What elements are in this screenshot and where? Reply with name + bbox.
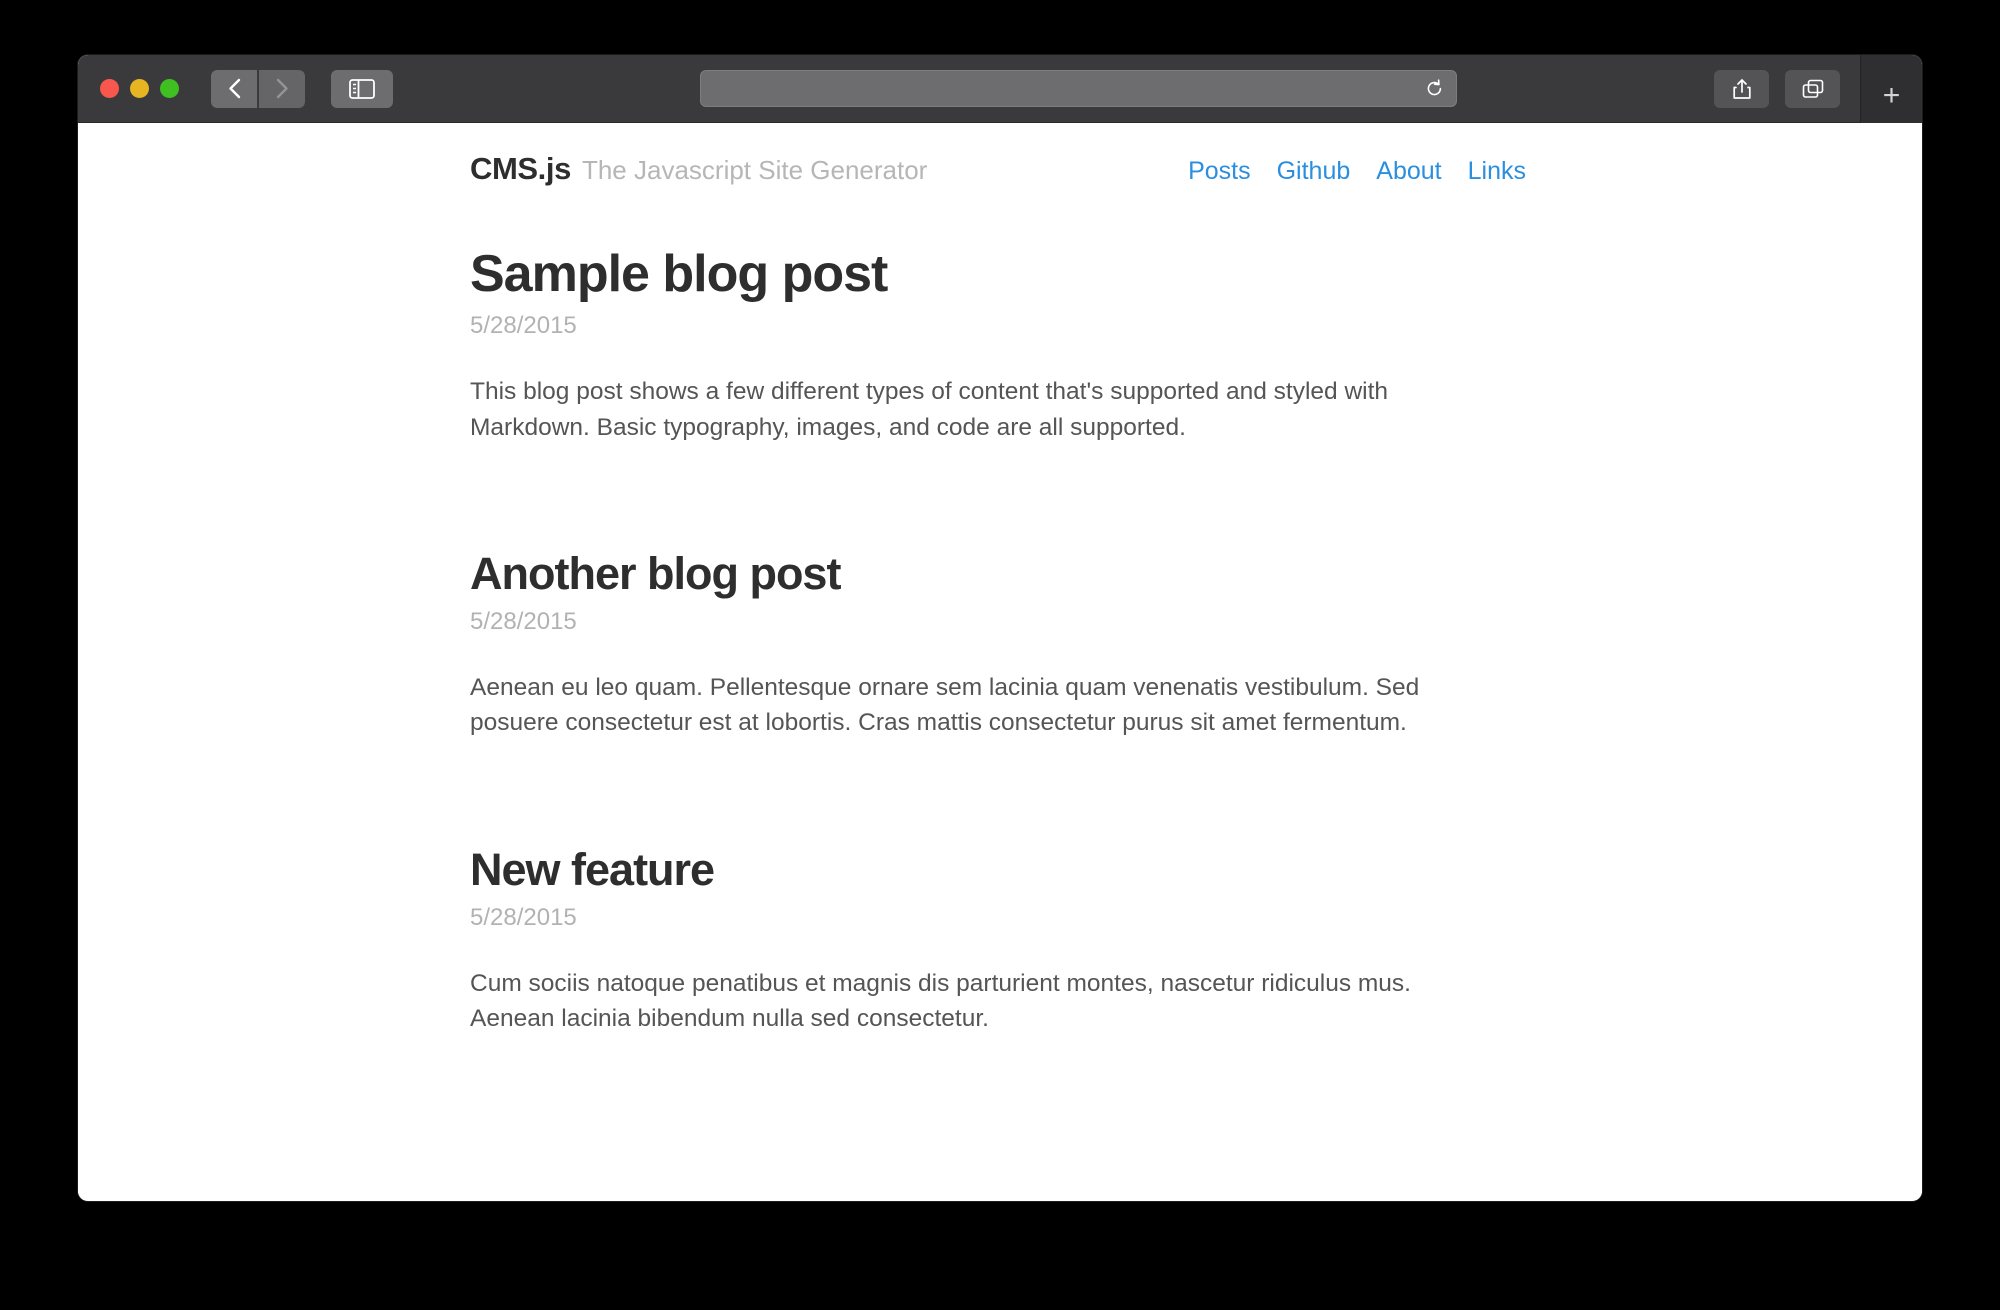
site-navigation: Posts Github About Links bbox=[1188, 157, 1530, 186]
brand-name: CMS.js bbox=[470, 151, 571, 186]
forward-chevron-icon bbox=[276, 78, 289, 99]
post-body: Cum sociis natoque penatibus et magnis d… bbox=[470, 970, 1411, 1033]
address-bar[interactable] bbox=[700, 70, 1457, 107]
post-list: Sample blog post 5/28/2015 This blog pos… bbox=[470, 187, 1530, 1037]
post-body: This blog post shows a few different typ… bbox=[470, 378, 1389, 441]
post-date: 5/28/2015 bbox=[470, 904, 577, 932]
browser-window: + CMS.js The Javascript Site Generator P… bbox=[78, 55, 1922, 1201]
show-tabs-button[interactable] bbox=[1785, 70, 1840, 108]
nav-link-links[interactable]: Links bbox=[1468, 157, 1526, 186]
reload-icon[interactable] bbox=[1425, 79, 1444, 98]
browser-toolbar: + bbox=[78, 55, 1922, 124]
page-content: CMS.js The Javascript Site Generator Pos… bbox=[78, 123, 1922, 1200]
brand-tagline: The Javascript Site Generator bbox=[581, 155, 928, 185]
nav-link-posts[interactable]: Posts bbox=[1188, 157, 1251, 186]
post-title[interactable]: New feature bbox=[470, 844, 1530, 895]
nav-link-github[interactable]: Github bbox=[1277, 157, 1351, 186]
post-title[interactable]: Another blog post bbox=[470, 548, 1530, 599]
nav-link-about[interactable]: About bbox=[1376, 157, 1441, 186]
post-date: 5/28/2015 bbox=[470, 608, 577, 636]
share-button[interactable] bbox=[1714, 70, 1769, 108]
share-icon bbox=[1732, 78, 1752, 100]
zoom-window-button[interactable] bbox=[160, 79, 179, 98]
new-tab-button[interactable]: + bbox=[1860, 55, 1922, 124]
post-item: Another blog post 5/28/2015 Aenean eu le… bbox=[470, 548, 1530, 741]
forward-button[interactable] bbox=[259, 69, 305, 108]
sidebar-toggle-button[interactable] bbox=[331, 69, 393, 108]
post-title[interactable]: Sample blog post bbox=[470, 245, 1530, 303]
minimize-window-button[interactable] bbox=[130, 79, 149, 98]
post-body: Aenean eu leo quam. Pellentesque ornare … bbox=[470, 674, 1420, 737]
site-header: CMS.js The Javascript Site Generator Pos… bbox=[470, 123, 1530, 187]
back-button[interactable] bbox=[211, 69, 257, 108]
back-chevron-icon bbox=[228, 78, 241, 99]
content-container: CMS.js The Javascript Site Generator Pos… bbox=[470, 123, 1530, 1037]
show-tabs-icon bbox=[1802, 79, 1824, 99]
navigation-buttons bbox=[211, 69, 305, 108]
post-item: Sample blog post 5/28/2015 This blog pos… bbox=[470, 245, 1530, 445]
site-brand[interactable]: CMS.js The Javascript Site Generator bbox=[470, 151, 927, 187]
close-window-button[interactable] bbox=[100, 79, 119, 98]
sidebar-toggle-icon bbox=[349, 78, 375, 99]
toolbar-right-buttons bbox=[1714, 70, 1840, 108]
post-date: 5/28/2015 bbox=[470, 312, 577, 340]
window-controls bbox=[100, 79, 179, 98]
post-item: New feature 5/28/2015 Cum sociis natoque… bbox=[470, 844, 1530, 1037]
